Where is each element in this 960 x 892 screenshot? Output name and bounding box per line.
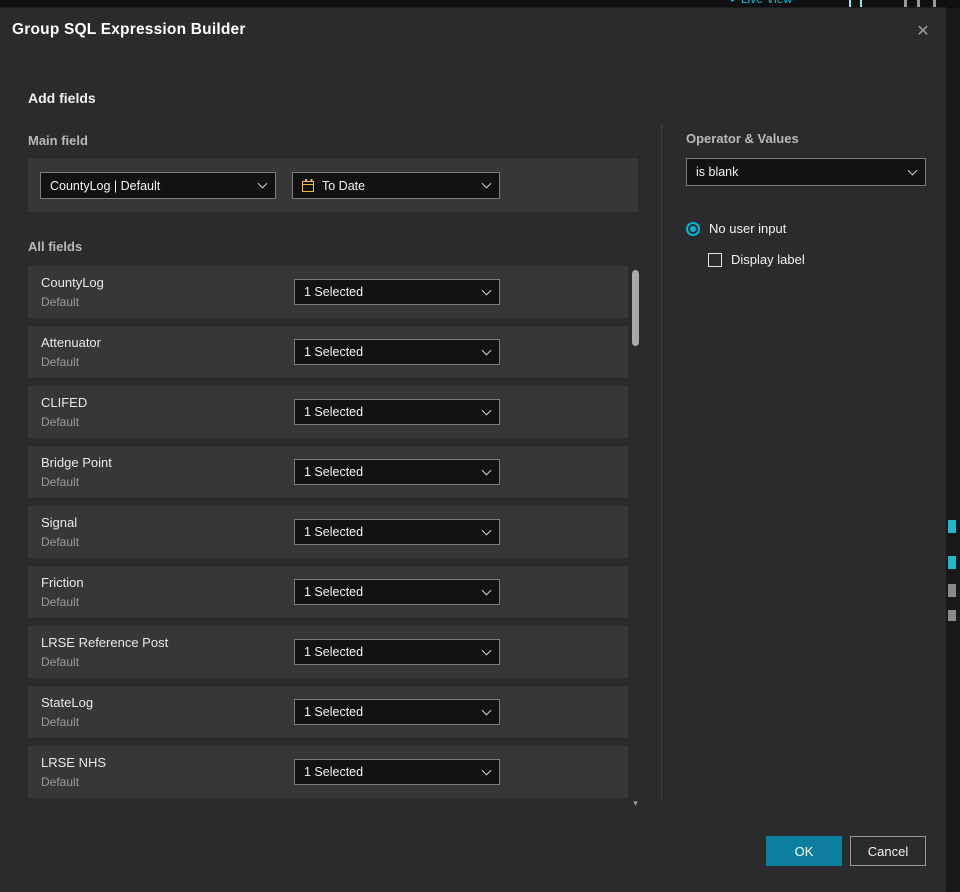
field-name: LRSE NHS: [41, 755, 107, 770]
toolbar-icon-fragment: [933, 0, 936, 7]
field-subtitle: Default: [41, 475, 80, 489]
chevron-down-icon: [481, 765, 492, 775]
field-selected-value: 1 Selected: [304, 645, 364, 659]
field-subtitle: Default: [41, 595, 80, 609]
no-user-input-radio[interactable]: No user input: [686, 221, 786, 236]
chevron-down-icon: [481, 585, 492, 595]
chevron-down-icon: [481, 465, 492, 475]
field-row: CountyLog Default 1 Selected: [28, 266, 628, 318]
ok-button[interactable]: OK: [766, 836, 842, 866]
field-selected-dropdown[interactable]: 1 Selected: [294, 579, 500, 605]
main-field-select[interactable]: CountyLog | Default: [40, 172, 276, 199]
no-user-input-label: No user input: [709, 221, 787, 236]
cancel-button[interactable]: Cancel: [850, 836, 926, 866]
toolbar-icon-fragment: [849, 0, 851, 7]
all-fields-list: CountyLog Default 1 Selected Attenuator Defa…: [28, 266, 628, 806]
field-subtitle: Default: [41, 715, 80, 729]
background-icon-fragment: [948, 610, 956, 621]
background-top-toolbar: ● Live View: [0, 0, 960, 8]
field-subtitle: Default: [41, 775, 80, 789]
background-right-edge: [946, 8, 960, 892]
field-selected-dropdown[interactable]: 1 Selected: [294, 339, 500, 365]
field-selected-value: 1 Selected: [304, 345, 364, 359]
background-icon-fragment: [948, 584, 956, 597]
field-row: CLIFED Default 1 Selected: [28, 386, 628, 438]
field-row: StateLog Default 1 Selected: [28, 686, 628, 738]
main-field-row: CountyLog | Default To Date: [28, 158, 638, 212]
field-name: CountyLog: [41, 275, 104, 290]
field-subtitle: Default: [41, 535, 80, 549]
display-label-checkbox[interactable]: Display label: [708, 252, 805, 267]
live-view-indicator: ● Live View: [730, 0, 792, 6]
toolbar-icon-fragment: [904, 0, 907, 7]
main-field-value-select-value: To Date: [322, 178, 366, 193]
chevron-down-icon: [481, 178, 492, 189]
field-selected-dropdown[interactable]: 1 Selected: [294, 399, 500, 425]
operator-values-label: Operator & Values: [686, 131, 799, 146]
chevron-down-icon: [481, 705, 492, 715]
checkbox-unchecked-icon: [708, 252, 722, 267]
field-row: Bridge Point Default 1 Selected: [28, 446, 628, 498]
calendar-icon: [302, 178, 314, 192]
live-view-dot-icon: ●: [730, 0, 735, 4]
chevron-down-icon: [481, 525, 492, 535]
field-row: LRSE Reference Post Default 1 Selected: [28, 626, 628, 678]
field-selected-dropdown[interactable]: 1 Selected: [294, 639, 500, 665]
field-row: Signal Default 1 Selected: [28, 506, 628, 558]
toolbar-icon-fragment: [860, 0, 862, 7]
field-subtitle: Default: [41, 295, 80, 309]
scrollbar-thumb[interactable]: [632, 270, 639, 346]
field-row: Friction Default 1 Selected: [28, 566, 628, 618]
field-name: Signal: [41, 515, 78, 530]
field-selected-value: 1 Selected: [304, 465, 364, 479]
main-field-select-value: CountyLog | Default: [50, 178, 161, 193]
close-icon[interactable]: ✕: [912, 20, 934, 42]
scrollbar-down-arrow-icon[interactable]: ▾: [631, 799, 640, 808]
chevron-down-icon: [481, 285, 492, 295]
field-selected-value: 1 Selected: [304, 765, 364, 779]
field-selected-dropdown[interactable]: 1 Selected: [294, 459, 500, 485]
background-icon-fragment: [948, 520, 956, 533]
background-icon-fragment: [948, 556, 956, 569]
field-selected-value: 1 Selected: [304, 705, 364, 719]
operator-select-value: is blank: [696, 165, 739, 179]
vertical-divider: [661, 124, 662, 800]
field-selected-dropdown[interactable]: 1 Selected: [294, 699, 500, 725]
field-name: LRSE Reference Post: [41, 635, 169, 650]
field-selected-value: 1 Selected: [304, 585, 364, 599]
field-subtitle: Default: [41, 415, 80, 429]
field-row: LRSE NHS Default 1 Selected: [28, 746, 628, 798]
chevron-down-icon: [481, 345, 492, 355]
chevron-down-icon: [481, 645, 492, 655]
field-selected-value: 1 Selected: [304, 525, 364, 539]
dialog-title: Group SQL Expression Builder: [12, 21, 246, 38]
field-name: StateLog: [41, 695, 94, 710]
chevron-down-icon: [907, 165, 918, 175]
field-name: CLIFED: [41, 395, 88, 410]
group-sql-expression-builder-dialog: Group SQL Expression Builder ✕ Add field…: [0, 8, 946, 892]
field-name: Bridge Point: [41, 455, 112, 470]
main-field-label: Main field: [28, 133, 88, 148]
chevron-down-icon: [257, 178, 268, 189]
field-selected-dropdown[interactable]: 1 Selected: [294, 279, 500, 305]
field-subtitle: Default: [41, 355, 80, 369]
field-selected-dropdown[interactable]: 1 Selected: [294, 519, 500, 545]
all-fields-label: All fields: [28, 239, 83, 254]
field-selected-value: 1 Selected: [304, 405, 364, 419]
section-title-add-fields: Add fields: [28, 90, 96, 106]
field-row: Attenuator Default 1 Selected: [28, 326, 628, 378]
toolbar-icon-fragment: [917, 0, 920, 7]
field-selected-value: 1 Selected: [304, 285, 364, 299]
field-selected-dropdown[interactable]: 1 Selected: [294, 759, 500, 785]
field-name: Friction: [41, 575, 84, 590]
live-view-label: Live View: [741, 0, 792, 6]
main-field-value-select[interactable]: To Date: [292, 172, 500, 199]
chevron-down-icon: [481, 405, 492, 415]
display-label-label: Display label: [731, 252, 805, 267]
operator-select[interactable]: is blank: [686, 158, 926, 186]
scrollbar: ▾: [631, 268, 640, 808]
radio-selected-icon: [686, 221, 700, 236]
field-subtitle: Default: [41, 655, 80, 669]
field-name: Attenuator: [41, 335, 101, 350]
